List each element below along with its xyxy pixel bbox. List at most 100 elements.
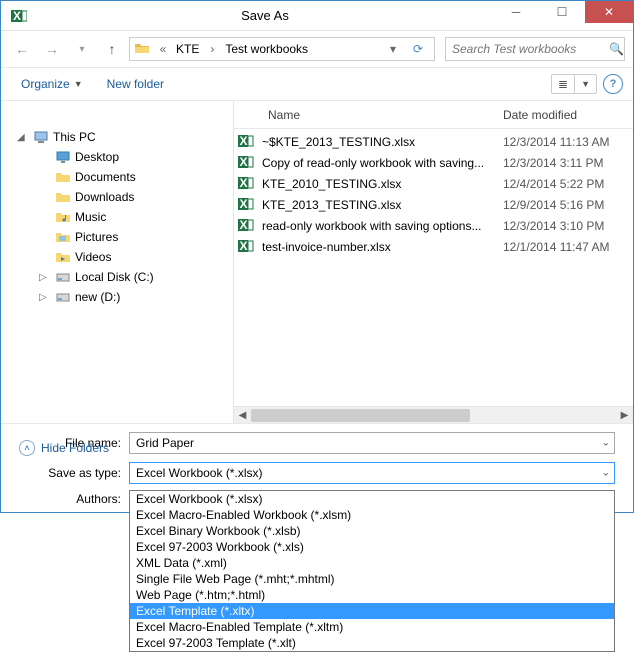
tree-node-pictures[interactable]: Pictures xyxy=(39,227,227,247)
search-input[interactable] xyxy=(452,42,609,56)
column-date[interactable]: Date modified xyxy=(503,108,633,122)
desktop-icon xyxy=(55,149,71,165)
new-folder-button[interactable]: New folder xyxy=(97,73,174,95)
filename-dropdown-icon[interactable]: ⌄ xyxy=(602,438,610,449)
excel-app-icon: X xyxy=(7,4,31,28)
view-list-icon: ≣ xyxy=(552,75,574,93)
scroll-thumb[interactable] xyxy=(251,409,470,422)
crumb-sep-icon[interactable]: « xyxy=(154,42,172,56)
save-as-type-label: Save as type: xyxy=(19,466,129,480)
nav-row: ← → ▾ ↑ « KTE › Test workbooks ▾ ⟳ 🔍 xyxy=(1,31,633,67)
file-row[interactable]: Xread-only workbook with saving options.… xyxy=(234,215,633,236)
excel-file-icon: X xyxy=(238,217,256,235)
svg-text:X: X xyxy=(240,239,248,253)
type-option[interactable]: Excel Binary Workbook (*.xlsb) xyxy=(130,523,614,539)
maximize-button[interactable]: ☐ xyxy=(539,1,585,23)
save-as-type-input[interactable]: Excel Workbook (*.xlsx) ⌄ xyxy=(129,462,615,484)
view-mode-button[interactable]: ≣ ▼ xyxy=(551,74,597,94)
tree-node-documents[interactable]: Documents xyxy=(39,167,227,187)
address-bar[interactable]: « KTE › Test workbooks ▾ ⟳ xyxy=(129,37,435,61)
nav-up-button[interactable]: ↑ xyxy=(99,36,125,62)
tree-node-downloads[interactable]: Downloads xyxy=(39,187,227,207)
expand-caret-icon[interactable]: ▷ xyxy=(39,272,51,283)
folder-tree: ◢ This PC DesktopDocumentsDownloadsMusic… xyxy=(7,107,233,307)
window-title: Save As xyxy=(37,8,493,23)
file-name: KTE_2010_TESTING.xlsx xyxy=(262,177,503,191)
save-as-type-dropdown[interactable]: Excel Workbook (*.xlsx)Excel Macro-Enabl… xyxy=(129,490,615,652)
filename-input[interactable]: Grid Paper ⌄ xyxy=(129,432,615,454)
tree-node-videos[interactable]: Videos xyxy=(39,247,227,267)
excel-file-icon: X xyxy=(238,154,256,172)
type-option[interactable]: Excel Macro-Enabled Workbook (*.xlsm) xyxy=(130,507,614,523)
excel-file-icon: X xyxy=(238,196,256,214)
file-list: X~$KTE_2013_TESTING.xlsx12/3/2014 11:13 … xyxy=(234,129,633,406)
type-option[interactable]: Excel Template (*.xltx) xyxy=(130,603,614,619)
organize-button[interactable]: Organize ▼ xyxy=(11,73,93,95)
type-option[interactable]: Excel Macro-Enabled Template (*.xltm) xyxy=(130,619,614,635)
scroll-track[interactable] xyxy=(251,407,616,423)
svg-text:X: X xyxy=(13,9,21,23)
file-row[interactable]: XKTE_2013_TESTING.xlsx12/9/2014 5:16 PM xyxy=(234,194,633,215)
disk-icon xyxy=(55,269,71,285)
save-as-dialog: X Save As ─ ☐ ✕ ← → ▾ ↑ « KTE › Test wor… xyxy=(0,0,634,513)
type-option[interactable]: Single File Web Page (*.mht;*.mhtml) xyxy=(130,571,614,587)
refresh-button[interactable]: ⟳ xyxy=(406,42,430,56)
scroll-left-icon[interactable]: ◀ xyxy=(234,410,251,421)
nav-back-button[interactable]: ← xyxy=(9,36,35,62)
nav-forward-button[interactable]: → xyxy=(39,36,65,62)
address-dropdown-icon[interactable]: ▾ xyxy=(384,42,402,56)
tree-node-local-disk-c-[interactable]: ▷Local Disk (C:) xyxy=(39,267,227,287)
authors-label: Authors: xyxy=(19,492,129,506)
type-dropdown-icon[interactable]: ⌄ xyxy=(602,468,610,479)
help-button[interactable]: ? xyxy=(603,74,623,94)
file-row[interactable]: X KTE_2010_TESTING.xlsx12/4/2014 5:22 PM xyxy=(234,173,633,194)
tree-node-this-pc[interactable]: ◢ This PC xyxy=(17,127,227,147)
expand-caret-icon[interactable]: ◢ xyxy=(17,132,29,143)
titlebar: X Save As ─ ☐ ✕ xyxy=(1,1,633,31)
tree-node-new-d-[interactable]: ▷new (D:) xyxy=(39,287,227,307)
file-name: ~$KTE_2013_TESTING.xlsx xyxy=(262,135,503,149)
sidebar: ◢ This PC DesktopDocumentsDownloadsMusic… xyxy=(1,101,233,423)
videos-icon xyxy=(55,249,71,265)
crumb-chevron-icon[interactable]: › xyxy=(203,42,221,56)
nav-recent-dropdown[interactable]: ▾ xyxy=(69,36,95,62)
expand-caret-icon[interactable]: ▷ xyxy=(39,292,51,303)
window-buttons: ─ ☐ ✕ xyxy=(493,1,633,30)
file-date: 12/9/2014 5:16 PM xyxy=(503,198,633,212)
pictures-icon xyxy=(55,229,71,245)
type-option[interactable]: XML Data (*.xml) xyxy=(130,555,614,571)
minimize-button[interactable]: ─ xyxy=(493,1,539,23)
excel-file-icon: X xyxy=(238,133,256,151)
hide-folders-button[interactable]: ˄ Hide Folders xyxy=(11,432,117,464)
horizontal-scrollbar[interactable]: ◀ ▶ xyxy=(234,406,633,423)
svg-text:X: X xyxy=(240,176,248,190)
type-option[interactable]: Excel 97-2003 Template (*.xlt) xyxy=(130,635,614,651)
tree-node-music[interactable]: Music xyxy=(39,207,227,227)
scroll-right-icon[interactable]: ▶ xyxy=(616,410,633,421)
computer-icon xyxy=(33,129,49,145)
close-button[interactable]: ✕ xyxy=(585,1,633,23)
toolbar: Organize ▼ New folder ≣ ▼ ? xyxy=(1,67,633,101)
file-name: Copy of read-only workbook with saving..… xyxy=(262,156,503,170)
file-row[interactable]: X~$KTE_2013_TESTING.xlsx12/3/2014 11:13 … xyxy=(234,131,633,152)
type-option[interactable]: Web Page (*.htm;*.html) xyxy=(130,587,614,603)
search-box[interactable]: 🔍 xyxy=(445,37,625,61)
column-name[interactable]: Name xyxy=(234,108,503,122)
search-icon: 🔍 xyxy=(609,42,624,56)
type-option[interactable]: Excel 97-2003 Workbook (*.xls) xyxy=(130,539,614,555)
tree-node-desktop[interactable]: Desktop xyxy=(39,147,227,167)
type-option[interactable]: Excel Workbook (*.xlsx) xyxy=(130,491,614,507)
file-name: read-only workbook with saving options..… xyxy=(262,219,503,233)
chevron-up-icon: ˄ xyxy=(19,440,35,456)
file-header: Name Date modified xyxy=(234,101,633,129)
file-date: 12/4/2014 5:22 PM xyxy=(503,177,633,191)
chevron-down-icon: ▼ xyxy=(74,79,83,89)
file-row[interactable]: X Copy of read-only workbook with saving.… xyxy=(234,152,633,173)
excel-file-icon: X xyxy=(238,175,256,193)
file-date: 12/1/2014 11:47 AM xyxy=(503,240,633,254)
chevron-down-icon: ▼ xyxy=(574,75,596,93)
crumb-test-workbooks[interactable]: Test workbooks xyxy=(225,42,308,56)
folder-icon xyxy=(55,169,71,185)
crumb-kte[interactable]: KTE xyxy=(176,42,199,56)
file-row[interactable]: Xtest-invoice-number.xlsx12/1/2014 11:47… xyxy=(234,236,633,257)
